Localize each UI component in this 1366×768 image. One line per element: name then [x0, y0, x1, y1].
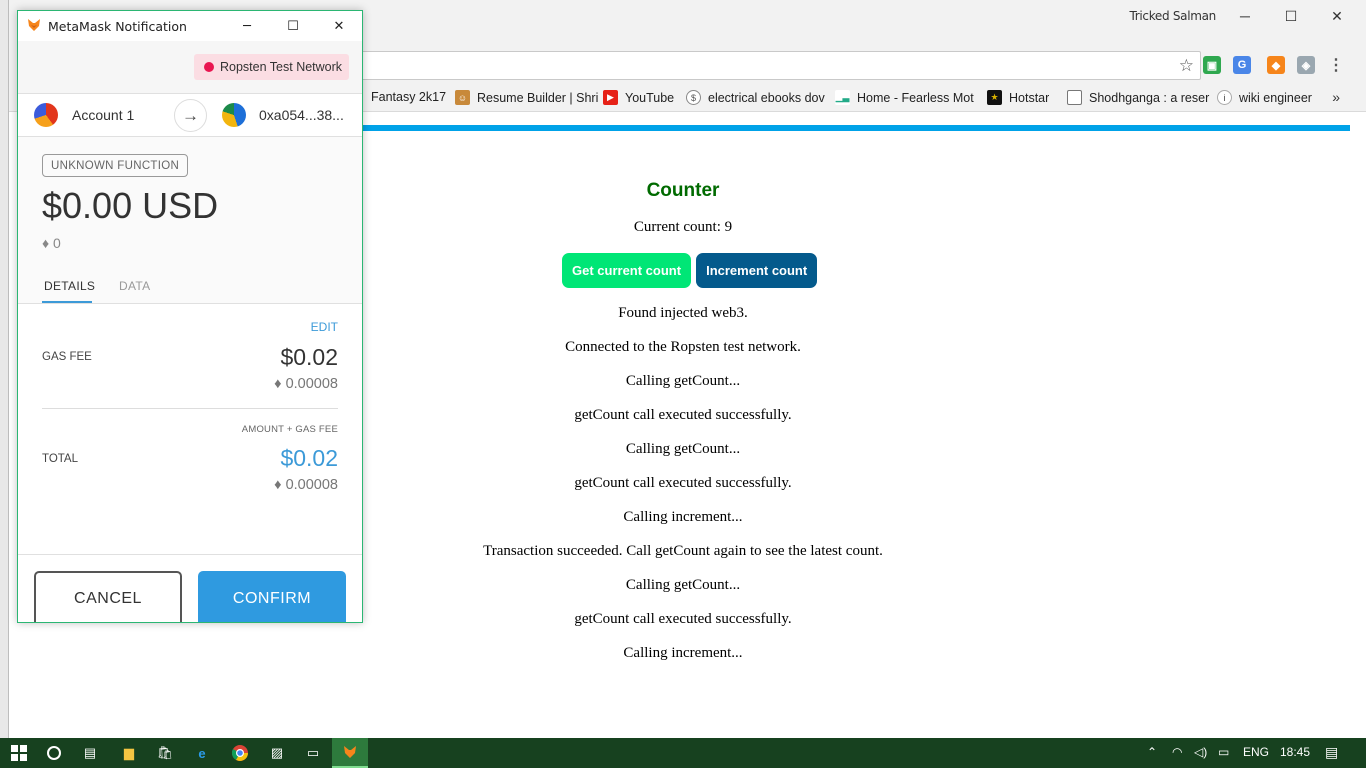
- bookmark-item[interactable]: ★ Hotstar: [987, 90, 1049, 105]
- log-line: Calling increment...: [623, 645, 743, 661]
- taskbar: ▤ ▆ 🛍 e ▨ ▭ ⌃ ◠ ◁) ▭ ENG 18:45 ▤: [0, 738, 1366, 768]
- star-icon: ★: [987, 90, 1002, 105]
- network-indicator[interactable]: Ropsten Test Network: [194, 54, 349, 80]
- metamask-taskbar-button[interactable]: [332, 738, 368, 768]
- chrome-icon[interactable]: [229, 742, 251, 764]
- wifi-icon[interactable]: ◠: [1172, 745, 1182, 759]
- gas-fee-usd: $0.02: [280, 344, 338, 370]
- function-badge: UNKNOWN FUNCTION: [42, 154, 189, 177]
- language-indicator[interactable]: ENG: [1243, 745, 1269, 759]
- chart-icon: ▁▃: [835, 90, 850, 105]
- bookmark-label: Home - Fearless Mot: [857, 90, 974, 105]
- minimize-icon[interactable]: ─: [233, 17, 261, 35]
- address-bar[interactable]: ☆: [349, 51, 1201, 80]
- popup-title: MetaMask Notification: [48, 19, 187, 34]
- youtube-icon: ▶: [603, 90, 618, 105]
- from-account-name: Account 1: [72, 107, 135, 123]
- dollar-icon: $: [686, 90, 701, 105]
- shield-extension-icon[interactable]: ◈: [1297, 56, 1315, 74]
- network-status-dot-icon: [204, 62, 214, 72]
- printer-extension-icon[interactable]: ▣: [1203, 56, 1221, 74]
- action-footer: CANCEL CONFIRM: [18, 554, 362, 622]
- bookmark-item[interactable]: ▁▃ Home - Fearless Mot: [835, 90, 981, 105]
- bookmark-item[interactable]: Shodhganga : a reser: [1067, 90, 1213, 105]
- network-name: Ropsten Test Network: [220, 60, 343, 74]
- minimize-icon[interactable]: ─: [1222, 4, 1268, 28]
- bookmark-label: electrical ebooks dov: [708, 90, 825, 105]
- battery-icon[interactable]: ▭: [1218, 745, 1229, 759]
- cortana-search-icon[interactable]: [43, 742, 65, 764]
- to-address: 0xa054...38...: [259, 107, 344, 123]
- windows-start-icon[interactable]: [8, 742, 30, 764]
- details-panel: EDIT GAS FEE $0.02 ♦ 0.00008 AMOUNT + GA…: [18, 303, 362, 493]
- metamask-extension-icon[interactable]: ◆: [1267, 56, 1285, 74]
- bookmark-label: wiki engineer: [1239, 90, 1312, 105]
- cmd-icon[interactable]: ▭: [302, 742, 324, 764]
- chevron-up-icon[interactable]: ⌃: [1147, 745, 1157, 759]
- metamask-titlebar: MetaMask Notification ─ ☐ ✕: [18, 11, 362, 41]
- total-label: TOTAL: [42, 453, 78, 465]
- menu-kebab-icon[interactable]: ⋮: [1328, 55, 1344, 75]
- close-icon[interactable]: ✕: [1314, 4, 1360, 28]
- total-fee-eth: ♦ 0.00008: [274, 477, 338, 493]
- transaction-summary: UNKNOWN FUNCTION $0.00 USD ♦ 0 DETAILS D…: [18, 137, 362, 303]
- bookmark-item[interactable]: Fantasy 2k17: [371, 90, 446, 104]
- total-usd: $0.00 USD: [42, 185, 219, 226]
- amount-gas-label: AMOUNT + GAS FEE: [241, 424, 338, 435]
- bookmark-label: Hotstar: [1009, 90, 1050, 105]
- bookmark-label: YouTube: [625, 90, 675, 105]
- metamask-popup: MetaMask Notification ─ ☐ ✕ Ropsten Test…: [17, 10, 363, 623]
- volume-icon[interactable]: ◁): [1194, 745, 1207, 759]
- close-icon[interactable]: ✕: [325, 17, 353, 35]
- sender-recipient-row: Account 1 → 0xa054...38...: [18, 93, 362, 137]
- tab-details[interactable]: DETAILS: [41, 279, 95, 303]
- recipient-identicon-icon: [222, 103, 246, 127]
- cancel-button[interactable]: CANCEL: [34, 571, 182, 622]
- edge-icon[interactable]: e: [191, 742, 213, 764]
- translate-extension-icon[interactable]: G: [1233, 56, 1251, 74]
- bookmark-label: Fantasy 2k17: [371, 90, 447, 104]
- confirm-button[interactable]: CONFIRM: [198, 571, 346, 622]
- file-explorer-icon[interactable]: ▆: [118, 742, 140, 764]
- bookmark-item[interactable]: ▶ YouTube: [603, 90, 674, 105]
- maximize-icon[interactable]: ☐: [279, 17, 307, 35]
- bookmark-item[interactable]: ☺ Resume Builder | Shri: [455, 90, 601, 105]
- eth-amount: ♦ 0: [42, 235, 61, 251]
- metamask-fox-icon: [344, 746, 356, 758]
- bookmark-item[interactable]: $ electrical ebooks dov: [686, 90, 832, 105]
- clock[interactable]: 18:45: [1280, 745, 1310, 759]
- bookmark-item[interactable]: i wiki engineer: [1217, 90, 1312, 105]
- bookmark-label: Shodhganga : a reser: [1089, 90, 1210, 105]
- action-buttons: Get current count Increment count: [562, 253, 818, 288]
- maximize-icon[interactable]: ☐: [1268, 4, 1314, 28]
- bookmark-label: Resume Builder | Shri: [477, 90, 599, 105]
- bookmark-star-icon[interactable]: ☆: [1179, 56, 1194, 76]
- wiki-icon: i: [1217, 90, 1232, 105]
- total-fee-usd: $0.02: [280, 445, 338, 471]
- profile-name[interactable]: Tricked Salman: [1129, 9, 1216, 23]
- person-icon: ☺: [455, 90, 470, 105]
- task-view-icon[interactable]: ▤: [79, 742, 101, 764]
- arrow-right-icon: →: [174, 99, 207, 132]
- account-identicon-icon: [34, 103, 58, 127]
- photos-icon[interactable]: ▨: [266, 742, 288, 764]
- gas-fee-label: GAS FEE: [42, 351, 92, 363]
- edit-gas-link[interactable]: EDIT: [311, 320, 338, 334]
- gas-fee-eth: ♦ 0.00008: [274, 376, 338, 392]
- tab-data[interactable]: DATA: [119, 279, 150, 293]
- get-current-count-button[interactable]: Get current count: [562, 253, 692, 288]
- page-icon: [1067, 90, 1082, 105]
- metamask-fox-icon: [28, 19, 40, 31]
- store-icon[interactable]: 🛍: [154, 742, 176, 764]
- increment-count-button[interactable]: Increment count: [696, 253, 818, 288]
- network-header: Ropsten Test Network: [18, 41, 362, 93]
- notifications-icon[interactable]: ▤: [1325, 744, 1338, 761]
- divider: [42, 408, 338, 409]
- more-bookmarks-icon[interactable]: »: [1332, 89, 1340, 105]
